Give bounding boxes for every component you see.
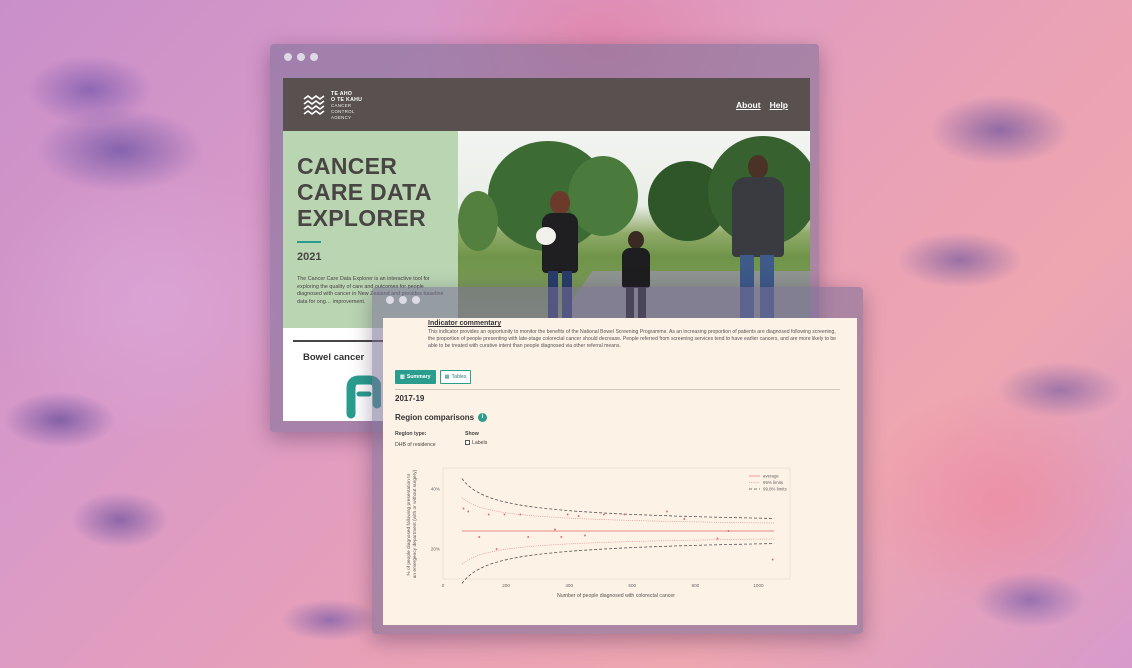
window-dot-icon[interactable] [310, 53, 318, 61]
data-point [554, 528, 556, 531]
show-label: Show [465, 431, 479, 437]
data-point [683, 518, 686, 520]
data-point [771, 558, 774, 561]
window-dot-icon[interactable] [284, 53, 292, 61]
tab-tables[interactable]: ▦ Tables [439, 370, 472, 384]
y-axis-label: % of people diagnosed following presenta… [406, 469, 418, 578]
top-nav: About Help [736, 100, 788, 110]
x-tick-label: 200 [502, 583, 510, 588]
y-tick-label: 40% [431, 487, 440, 492]
window-dot-icon[interactable] [386, 296, 394, 304]
chart-icon: ▥ [400, 374, 405, 380]
section-divider [395, 389, 840, 390]
plot-area [442, 467, 791, 580]
x-tick-label: 0 [442, 583, 445, 588]
info-icon[interactable]: i [478, 413, 488, 422]
hero-divider [297, 241, 321, 243]
data-point [495, 548, 498, 550]
x-tick-label: 800 [692, 583, 700, 588]
labels-checkbox[interactable]: Labels [465, 440, 487, 446]
y-axis-label-line: an emergency department (with or without… [412, 469, 418, 578]
data-point [462, 507, 465, 510]
legend-label: 99.8% limits [763, 487, 787, 492]
data-point [519, 513, 522, 516]
y-tick-label: 20% [431, 547, 440, 552]
hero-year: 2021 [297, 251, 322, 263]
checkbox-label: Labels [472, 440, 488, 446]
nav-about-link[interactable]: About [736, 100, 761, 110]
data-point [478, 536, 481, 538]
hero-title: CANCER CARE DATA EXPLORER [297, 153, 446, 231]
logo-weave-icon [303, 95, 325, 115]
hero-title-line: CARE DATA [297, 179, 432, 205]
x-tick-label: 600 [628, 583, 636, 588]
legend-label: average [763, 474, 779, 479]
x-tick-label: 1000 [753, 583, 764, 588]
table-icon: ▦ [444, 374, 450, 380]
region-comparison-window: Indicator commentary This indicator prov… [372, 287, 863, 634]
data-point [623, 513, 626, 516]
data-point [727, 530, 730, 532]
window-controls [284, 53, 318, 61]
data-point [584, 534, 586, 537]
view-tabs: ▥ Summary ▦ Tables [395, 370, 472, 384]
data-point [503, 513, 506, 516]
data-point [560, 536, 563, 538]
commentary-body: This indicator provides an opportunity t… [428, 329, 837, 349]
data-point [666, 510, 668, 513]
x-tick-label: 400 [565, 583, 573, 588]
y-axis-label-line: % of people diagnosed following presenta… [406, 473, 412, 575]
tab-label: Summary [406, 374, 431, 380]
tab-summary[interactable]: ▥ Summary [395, 370, 436, 384]
hero-title-line: CANCER [297, 153, 398, 179]
nav-help-link[interactable]: Help [770, 100, 788, 110]
funnel-plot: 0 200 400 600 800 1000 20% 40% Number of peopl… [406, 467, 791, 599]
legend-label: 95% limits [763, 480, 784, 485]
window-controls [386, 296, 420, 304]
data-point [577, 515, 580, 517]
region-type-select[interactable]: DHB of residence [395, 442, 436, 448]
commentary-title[interactable]: Indicator commentary [428, 320, 501, 327]
indicator-page: Indicator commentary This indicator prov… [383, 318, 857, 625]
site-header: TE AHO O TE KAHU CANCER CONTROL AGENCY A… [283, 78, 810, 131]
period-heading: 2017-19 [395, 394, 425, 403]
tab-label: Tables [451, 374, 467, 380]
data-point [487, 513, 490, 516]
checkbox-icon[interactable] [465, 440, 470, 446]
data-point [527, 536, 530, 538]
region-comparisons-title: Region comparisons i [395, 413, 488, 422]
data-point [467, 510, 470, 513]
data-point [566, 513, 569, 516]
window-dot-icon[interactable] [412, 296, 420, 304]
agency-logo[interactable]: TE AHO O TE KAHU CANCER CONTROL AGENCY [303, 91, 362, 121]
hero-title-line: EXPLORER [297, 205, 426, 231]
x-axis-label: Number of people diagnosed with colorect… [557, 593, 675, 599]
data-point [602, 513, 605, 516]
logo-text: TE AHO O TE KAHU CANCER CONTROL AGENCY [331, 91, 362, 121]
region-type-label: Region type: [395, 431, 427, 437]
data-point [716, 537, 719, 540]
region-title-text: Region comparisons [395, 413, 475, 422]
window-dot-icon[interactable] [297, 53, 305, 61]
logo-sub: AGENCY [331, 115, 352, 120]
window-dot-icon[interactable] [399, 296, 407, 304]
